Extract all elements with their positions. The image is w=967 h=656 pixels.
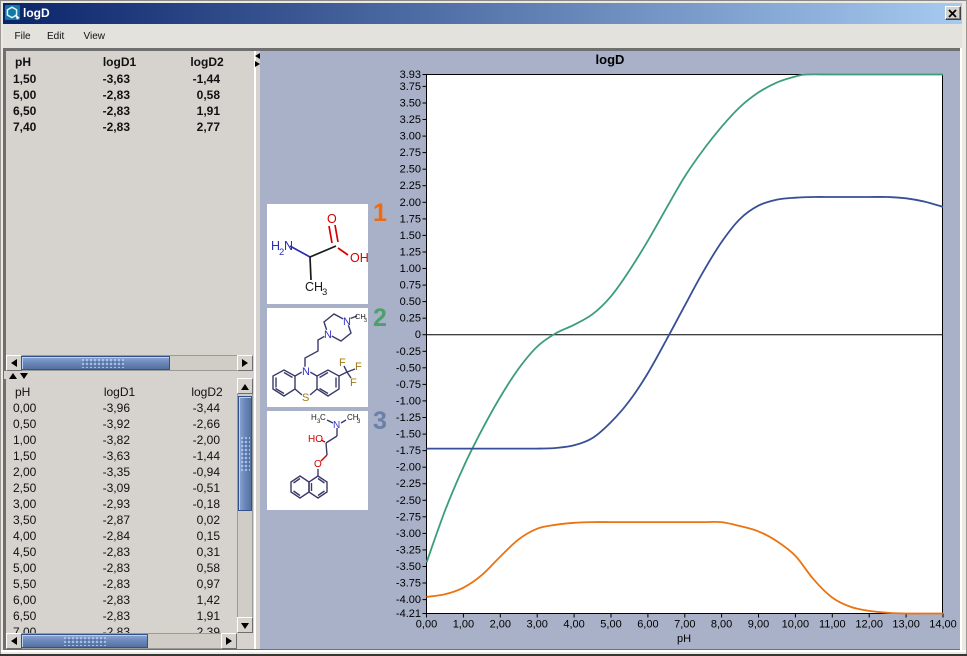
svg-text:-1.25: -1.25 [396,412,421,424]
svg-text:3.50: 3.50 [400,98,421,110]
svg-text:11,00: 11,00 [819,619,846,631]
svg-text:3.25: 3.25 [400,114,421,126]
svg-text:0.25: 0.25 [400,313,421,325]
svg-text:4,00: 4,00 [563,619,584,631]
svg-text:-2.25: -2.25 [396,478,421,490]
svg-text:7,00: 7,00 [674,619,695,631]
svg-text:2.75: 2.75 [400,147,421,159]
svg-text:-0.75: -0.75 [396,379,421,391]
svg-text:1,00: 1,00 [453,619,474,631]
svg-text:12,00: 12,00 [855,619,883,631]
svg-text:-3.00: -3.00 [396,528,421,540]
svg-text:-2.75: -2.75 [396,511,421,523]
svg-text:13,00: 13,00 [892,619,920,631]
svg-text:2.00: 2.00 [400,197,421,209]
svg-text:2,00: 2,00 [490,619,511,631]
svg-text:3.75: 3.75 [400,81,421,93]
svg-text:5,00: 5,00 [600,619,621,631]
svg-text:0,00: 0,00 [416,619,437,631]
svg-text:2.25: 2.25 [400,180,421,192]
svg-text:1.50: 1.50 [400,230,421,242]
svg-text:-1.00: -1.00 [396,395,421,407]
svg-text:10,00: 10,00 [782,619,810,631]
svg-text:3.00: 3.00 [400,131,421,143]
svg-text:-1.75: -1.75 [396,445,421,457]
svg-text:-4.00: -4.00 [396,594,421,606]
svg-text:8,00: 8,00 [711,619,732,631]
svg-text:3,00: 3,00 [526,619,547,631]
svg-text:0.75: 0.75 [400,280,421,292]
svg-text:6,00: 6,00 [637,619,658,631]
svg-text:-0.25: -0.25 [396,346,421,358]
svg-text:14,00: 14,00 [929,619,957,631]
svg-text:-3.75: -3.75 [396,578,421,590]
svg-text:-3.50: -3.50 [396,561,421,573]
svg-text:-2.50: -2.50 [396,495,421,507]
svg-text:0.50: 0.50 [400,296,421,308]
svg-text:-1.50: -1.50 [396,429,421,441]
svg-text:-3.25: -3.25 [396,544,421,556]
svg-text:pH: pH [677,633,691,645]
svg-text:3.93: 3.93 [400,69,421,81]
svg-text:9,00: 9,00 [748,619,769,631]
svg-text:1.25: 1.25 [400,247,421,259]
svg-text:-0.50: -0.50 [396,362,421,374]
svg-text:2.50: 2.50 [400,164,421,176]
svg-text:-2.00: -2.00 [396,462,421,474]
svg-text:1.00: 1.00 [400,263,421,275]
svg-text:0: 0 [415,329,421,341]
svg-text:1.75: 1.75 [400,213,421,225]
